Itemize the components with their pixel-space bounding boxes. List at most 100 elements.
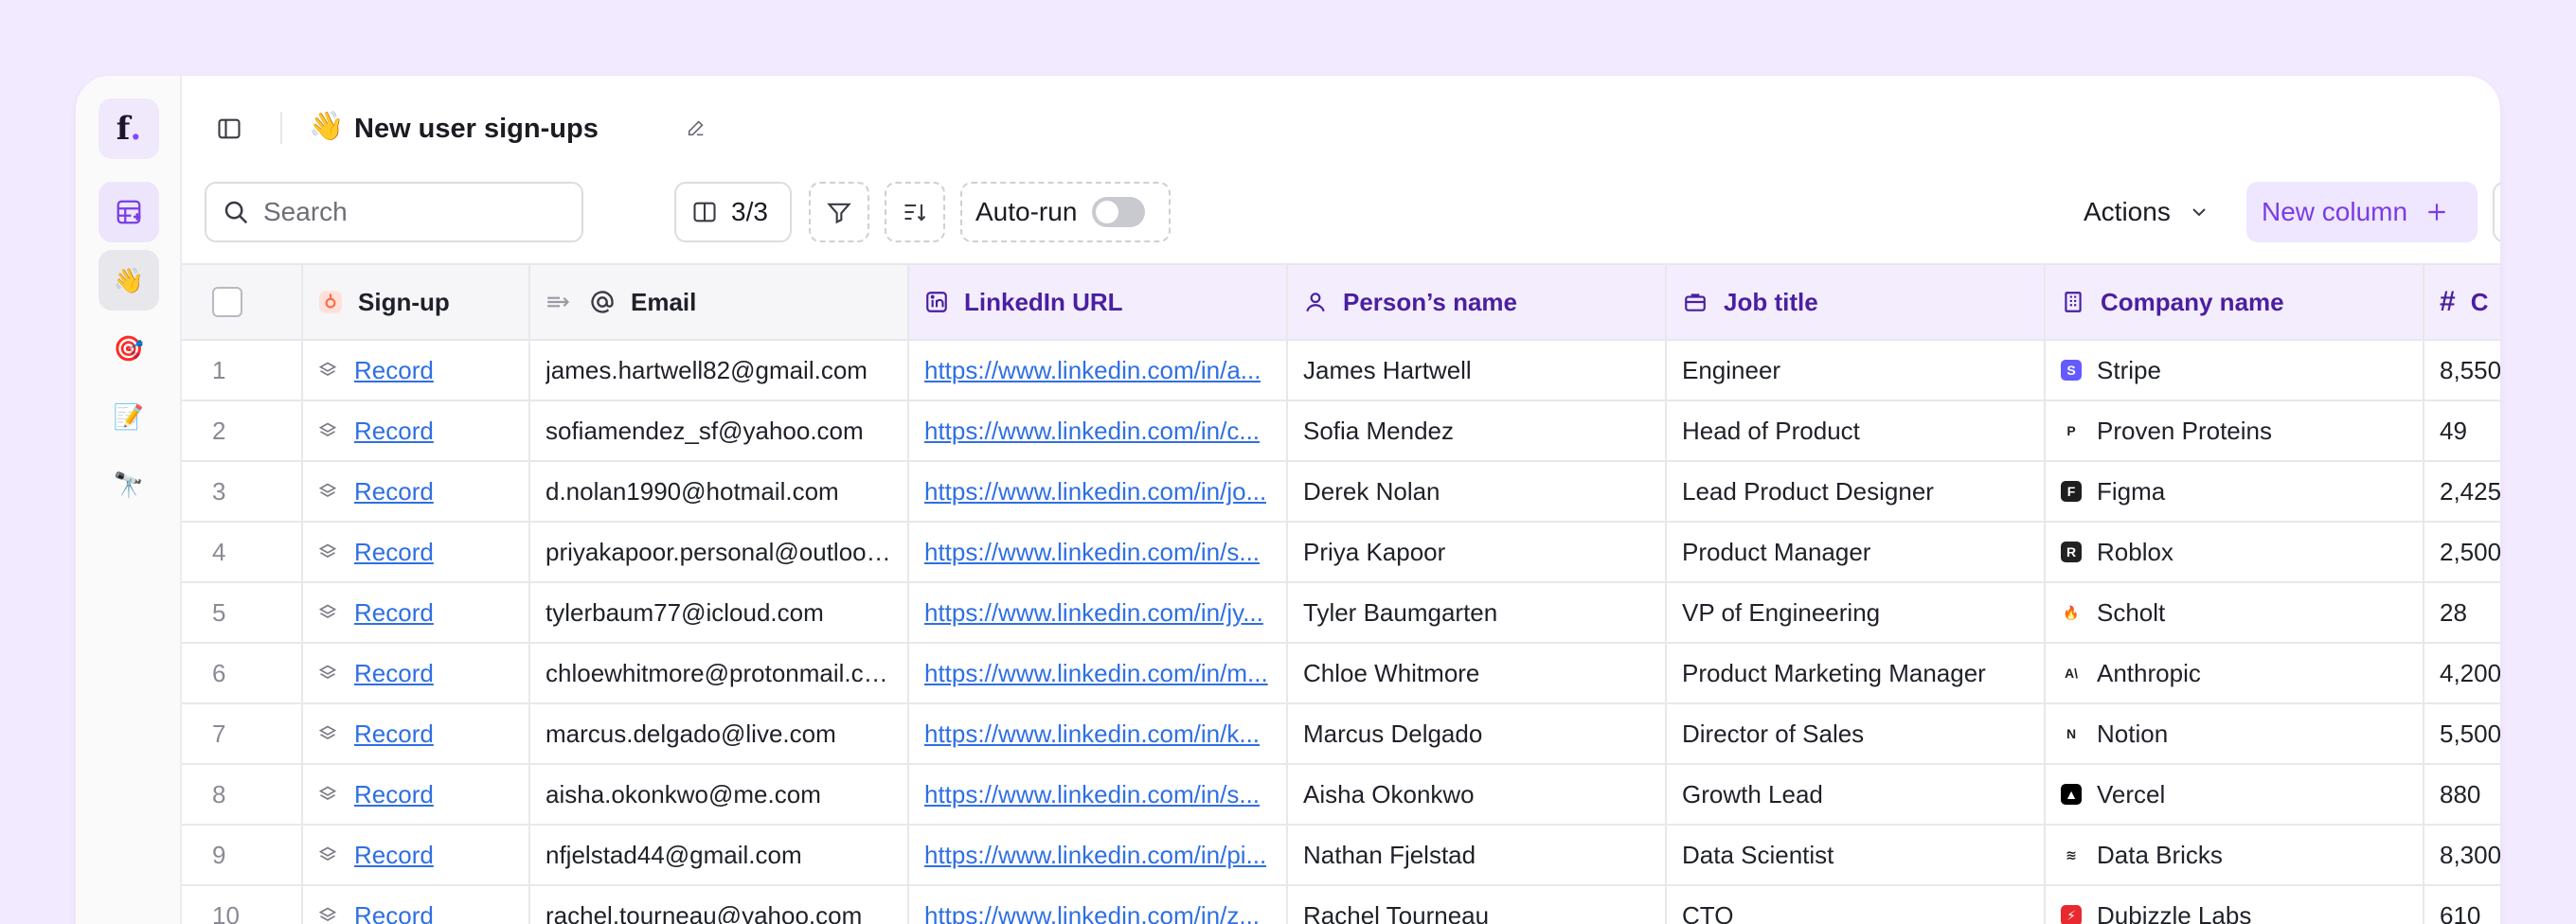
linkedin-link[interactable]: https://www.linkedin.com/in/z... bbox=[924, 901, 1260, 924]
linkedin-cell[interactable]: https://www.linkedin.com/in/pi... bbox=[909, 826, 1288, 884]
table-row[interactable]: 4 Record priyakapoor.personal@outlook... ht… bbox=[182, 523, 2500, 583]
number-cell[interactable]: 8,300 bbox=[2424, 826, 2500, 884]
company-cell[interactable]: ≋ Data Bricks bbox=[2046, 826, 2424, 884]
linkedin-link[interactable]: https://www.linkedin.com/in/jy... bbox=[924, 598, 1263, 628]
email-cell[interactable]: aisha.okonkwo@me.com bbox=[530, 765, 909, 824]
company-cell[interactable]: R Roblox bbox=[2046, 523, 2424, 581]
person-name-cell[interactable]: Sofia Mendez bbox=[1288, 401, 1667, 460]
column-header-linkedin[interactable]: LinkedIn URL bbox=[909, 265, 1288, 339]
table-row[interactable]: 8 Record aisha.okonkwo@me.com https://www.l… bbox=[182, 765, 2500, 826]
email-cell[interactable]: d.nolan1990@hotmail.com bbox=[530, 462, 909, 521]
record-link[interactable]: Record bbox=[354, 538, 434, 567]
signup-cell[interactable]: Record bbox=[303, 341, 530, 400]
company-cell[interactable]: S Stripe bbox=[2046, 341, 2424, 400]
signup-cell[interactable]: Record bbox=[303, 704, 530, 763]
signup-cell[interactable]: Record bbox=[303, 644, 530, 702]
record-link[interactable]: Record bbox=[354, 720, 434, 749]
job-title-cell[interactable]: Director of Sales bbox=[1667, 704, 2046, 763]
rail-telescope-button[interactable]: 🔭 bbox=[98, 454, 159, 515]
email-cell[interactable]: sofiamendez_sf@yahoo.com bbox=[530, 401, 909, 460]
actions-button[interactable]: Actions bbox=[2068, 182, 2262, 242]
column-header-company-name[interactable]: Company name bbox=[2046, 265, 2424, 339]
linkedin-cell[interactable]: https://www.linkedin.com/in/jy... bbox=[909, 583, 1288, 642]
record-link[interactable]: Record bbox=[354, 659, 434, 688]
table-row[interactable]: 7 Record marcus.delgado@live.com https://ww… bbox=[182, 704, 2500, 765]
person-name-cell[interactable]: James Hartwell bbox=[1288, 341, 1667, 400]
person-name-cell[interactable]: Chloe Whitmore bbox=[1288, 644, 1667, 702]
linkedin-link[interactable]: https://www.linkedin.com/in/jo... bbox=[924, 477, 1266, 506]
column-header-number[interactable]: # C bbox=[2424, 265, 2500, 339]
app-logo[interactable]: f. bbox=[98, 98, 159, 159]
linkedin-link[interactable]: https://www.linkedin.com/in/k... bbox=[924, 720, 1260, 749]
number-cell[interactable]: 2,425 bbox=[2424, 462, 2500, 521]
table-row[interactable]: 1 Record james.hartwell82@gmail.com https:/… bbox=[182, 341, 2500, 401]
linkedin-cell[interactable]: https://www.linkedin.com/in/k... bbox=[909, 704, 1288, 763]
linkedin-cell[interactable]: https://www.linkedin.com/in/c... bbox=[909, 401, 1288, 460]
record-link[interactable]: Record bbox=[354, 356, 434, 385]
sidebar-toggle-icon[interactable] bbox=[216, 116, 242, 142]
number-cell[interactable]: 2,500 bbox=[2424, 523, 2500, 581]
person-name-cell[interactable]: Priya Kapoor bbox=[1288, 523, 1667, 581]
number-cell[interactable]: 4,200 bbox=[2424, 644, 2500, 702]
person-name-cell[interactable]: Marcus Delgado bbox=[1288, 704, 1667, 763]
job-title-cell[interactable]: Head of Product bbox=[1667, 401, 2046, 460]
table-row[interactable]: 10 Record rachel.tourneau@yahoo.com https:/… bbox=[182, 886, 2500, 924]
email-cell[interactable]: chloewhitmore@protonmail.com bbox=[530, 644, 909, 702]
linkedin-link[interactable]: https://www.linkedin.com/in/pi... bbox=[924, 841, 1266, 870]
more-options-button[interactable] bbox=[2493, 182, 2500, 242]
linkedin-cell[interactable]: https://www.linkedin.com/in/a... bbox=[909, 341, 1288, 400]
autorun-toggle[interactable] bbox=[1092, 197, 1146, 227]
signup-cell[interactable]: Record bbox=[303, 826, 530, 884]
linkedin-cell[interactable]: https://www.linkedin.com/in/m... bbox=[909, 644, 1288, 702]
job-title-cell[interactable]: CTO bbox=[1667, 886, 2046, 924]
person-name-cell[interactable]: Rachel Tourneau bbox=[1288, 886, 1667, 924]
column-header-signup[interactable]: Sign-up bbox=[303, 265, 530, 339]
signup-cell[interactable]: Record bbox=[303, 886, 530, 924]
signup-cell[interactable]: Record bbox=[303, 401, 530, 460]
edit-title-icon[interactable] bbox=[686, 117, 707, 138]
email-cell[interactable]: marcus.delgado@live.com bbox=[530, 704, 909, 763]
job-title-cell[interactable]: Product Marketing Manager bbox=[1667, 644, 2046, 702]
select-all-checkbox[interactable] bbox=[212, 287, 242, 317]
linkedin-cell[interactable]: https://www.linkedin.com/in/jo... bbox=[909, 462, 1288, 521]
number-cell[interactable]: 28 bbox=[2424, 583, 2500, 642]
rail-notes-button[interactable]: 📝 bbox=[98, 386, 159, 447]
email-cell[interactable]: rachel.tourneau@yahoo.com bbox=[530, 886, 909, 924]
person-name-cell[interactable]: Aisha Okonkwo bbox=[1288, 765, 1667, 824]
number-cell[interactable]: 8,550 bbox=[2424, 341, 2500, 400]
linkedin-cell[interactable]: https://www.linkedin.com/in/s... bbox=[909, 765, 1288, 824]
search-box[interactable] bbox=[205, 182, 583, 242]
email-cell[interactable]: tylerbaum77@icloud.com bbox=[530, 583, 909, 642]
job-title-cell[interactable]: Engineer bbox=[1667, 341, 2046, 400]
filter-button[interactable] bbox=[809, 182, 869, 242]
email-cell[interactable]: james.hartwell82@gmail.com bbox=[530, 341, 909, 400]
job-title-cell[interactable]: Growth Lead bbox=[1667, 765, 2046, 824]
table-row[interactable]: 6 Record chloewhitmore@protonmail.com https… bbox=[182, 644, 2500, 704]
record-link[interactable]: Record bbox=[354, 598, 434, 628]
job-title-cell[interactable]: Data Scientist bbox=[1667, 826, 2046, 884]
person-name-cell[interactable]: Nathan Fjelstad bbox=[1288, 826, 1667, 884]
company-cell[interactable]: ⚡ Dubizzle Labs bbox=[2046, 886, 2424, 924]
table-row[interactable]: 5 Record tylerbaum77@icloud.com https://www… bbox=[182, 583, 2500, 644]
linkedin-link[interactable]: https://www.linkedin.com/in/s... bbox=[924, 538, 1260, 567]
record-link[interactable]: Record bbox=[354, 901, 434, 924]
record-link[interactable]: Record bbox=[354, 417, 434, 446]
person-name-cell[interactable]: Tyler Baumgarten bbox=[1288, 583, 1667, 642]
sort-button[interactable] bbox=[885, 182, 945, 242]
company-cell[interactable]: ▲ Vercel bbox=[2046, 765, 2424, 824]
linkedin-cell[interactable]: https://www.linkedin.com/in/z... bbox=[909, 886, 1288, 924]
signup-cell[interactable]: Record bbox=[303, 583, 530, 642]
number-cell[interactable]: 880 bbox=[2424, 765, 2500, 824]
email-cell[interactable]: nfjelstad44@gmail.com bbox=[530, 826, 909, 884]
company-cell[interactable]: A\ Anthropic bbox=[2046, 644, 2424, 702]
company-cell[interactable]: P Proven Proteins bbox=[2046, 401, 2424, 460]
record-link[interactable]: Record bbox=[354, 841, 434, 870]
number-cell[interactable]: 610 bbox=[2424, 886, 2500, 924]
company-cell[interactable]: N Notion bbox=[2046, 704, 2424, 763]
number-cell[interactable]: 49 bbox=[2424, 401, 2500, 460]
email-cell[interactable]: priyakapoor.personal@outlook... bbox=[530, 523, 909, 581]
record-link[interactable]: Record bbox=[354, 477, 434, 506]
person-name-cell[interactable]: Derek Nolan bbox=[1288, 462, 1667, 521]
signup-cell[interactable]: Record bbox=[303, 765, 530, 824]
linkedin-link[interactable]: https://www.linkedin.com/in/a... bbox=[924, 356, 1261, 385]
